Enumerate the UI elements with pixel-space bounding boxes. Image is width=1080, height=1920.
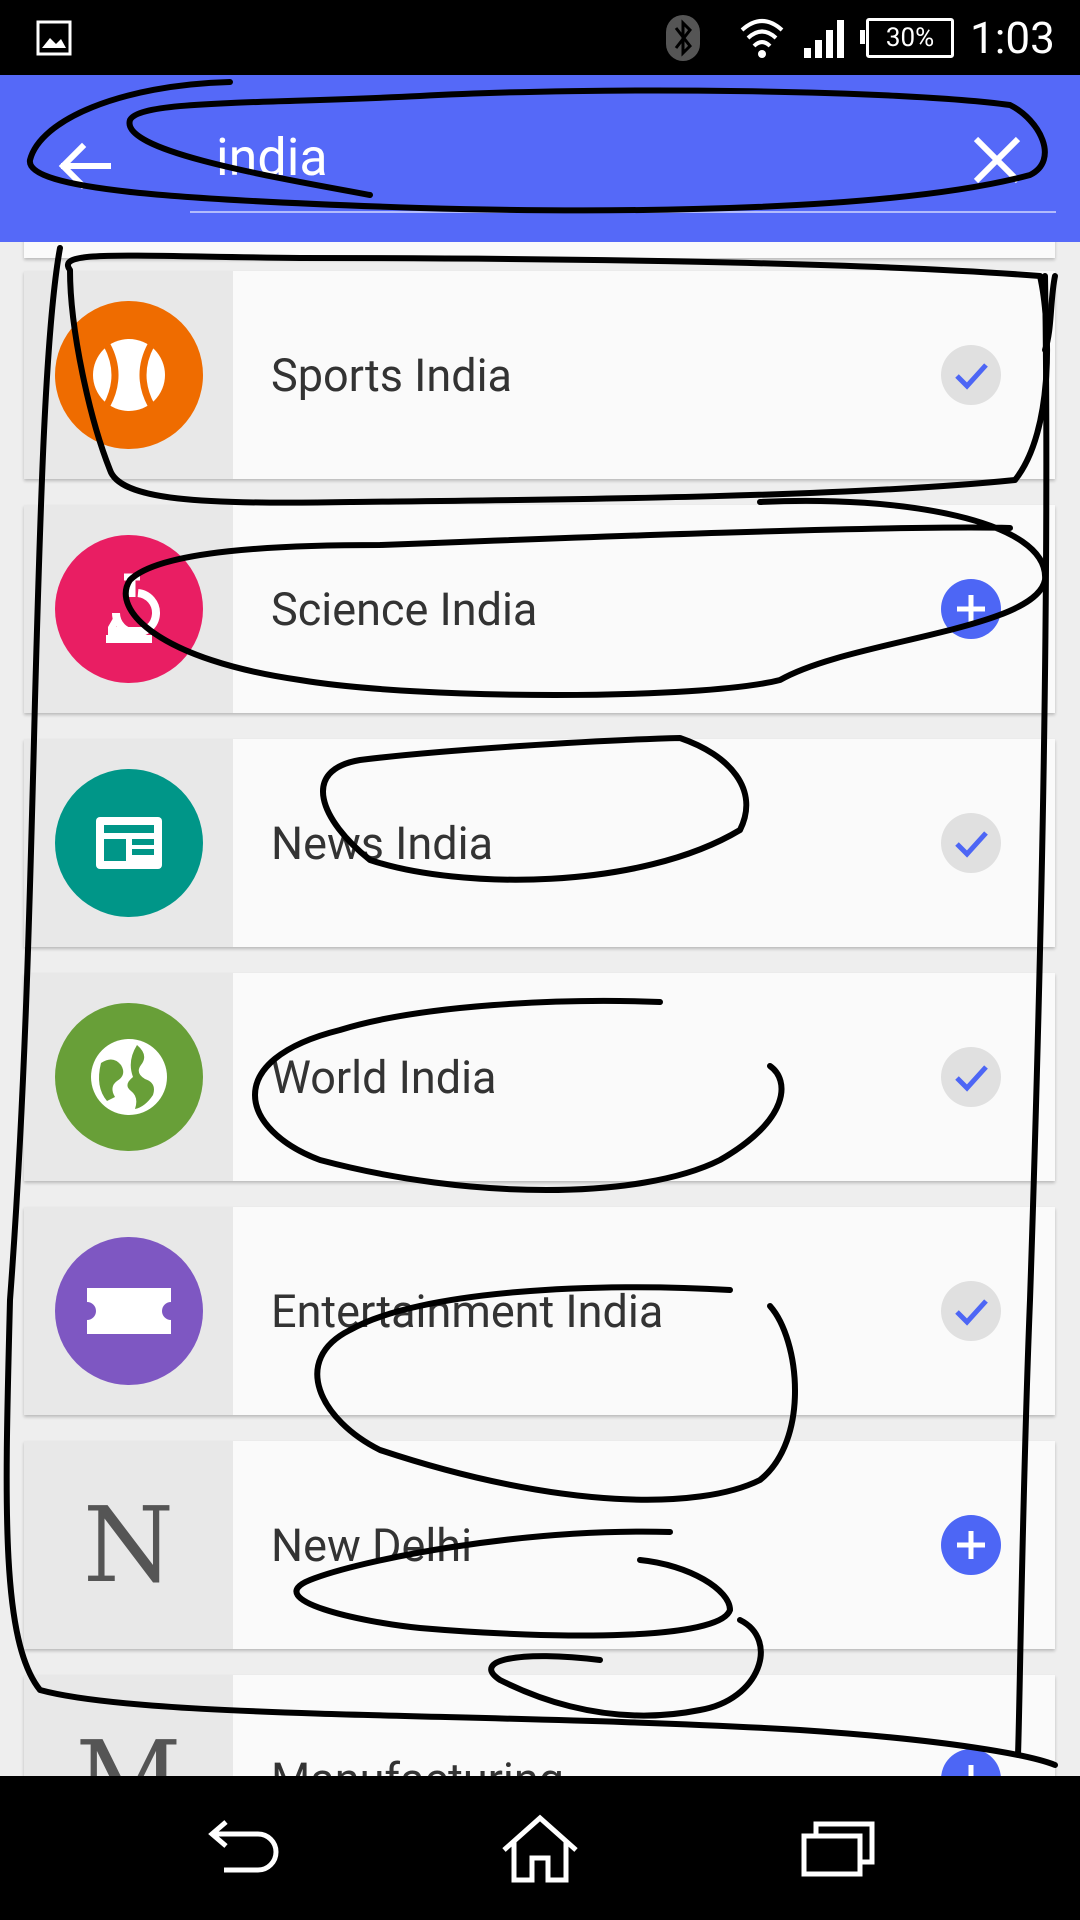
result-item-sports-india[interactable]: Sports India [24,271,1055,479]
item-title: Entertainment India [271,1284,664,1338]
back-button[interactable] [50,131,120,201]
item-title: New Delhi [271,1518,473,1572]
followed-check-button[interactable] [941,1281,1001,1341]
clock: 1:03 [970,11,1055,64]
nav-back-icon [208,1820,279,1873]
battery-level: 30% [860,17,954,58]
result-item-world-india[interactable]: World India [24,973,1055,1181]
ticket-icon [55,1237,203,1385]
add-button[interactable] [941,1515,1001,1575]
arrow-left-icon [58,142,111,190]
item-icon-area [24,973,233,1181]
close-icon [973,136,1021,184]
result-item-manufacturing[interactable]: M Manufacturing [24,1675,1055,1776]
check-icon [955,1299,988,1326]
add-button[interactable] [941,1749,1001,1776]
microscope-icon [55,535,203,683]
item-icon-area: M [24,1675,233,1776]
followed-check-button[interactable] [941,345,1001,405]
search-input[interactable]: india [216,127,328,189]
followed-check-button[interactable] [941,813,1001,873]
followed-check-button[interactable] [941,1047,1001,1107]
gallery-icon [36,0,72,75]
clear-search-button[interactable] [968,131,1026,189]
battery-indicator: 30% [860,0,954,75]
check-icon [955,1065,988,1092]
result-item-new-delhi[interactable]: N New Delhi [24,1441,1055,1649]
nav-home-button[interactable] [498,1812,582,1884]
bluetooth-icon [664,0,702,75]
item-title: Manufacturing [271,1675,564,1777]
check-icon [955,831,988,858]
plus-icon [957,1531,985,1559]
plus-icon [968,1765,974,1776]
result-item-science-india[interactable]: Science India [24,505,1055,713]
baseball-icon [55,301,203,449]
item-title: Science India [271,582,538,636]
search-results-list[interactable]: Sports India Science India News India Wo… [0,242,1080,1776]
result-item-news-india[interactable]: News India [24,739,1055,947]
signal-icon [802,0,850,75]
item-icon-area [24,505,233,713]
check-icon [955,363,988,390]
navigation-bar [0,1776,1080,1920]
nav-recent-apps-button[interactable] [796,1812,880,1884]
search-app-bar: india [0,75,1080,242]
newspaper-icon [55,769,203,917]
search-underline [190,211,1056,213]
nav-home-icon [502,1814,578,1883]
status-bar: 30% 1:03 [0,0,1080,75]
item-icon-area [24,739,233,947]
item-title: Sports India [271,348,512,402]
item-icon-area [24,1207,233,1415]
item-title: World India [271,1050,497,1104]
wifi-icon [738,0,786,75]
nav-back-button[interactable] [200,1812,284,1884]
item-title: News India [271,816,494,870]
nav-recent-apps-icon [801,1821,875,1877]
globe-icon [55,1003,203,1151]
plus-icon [957,595,985,623]
letter-avatar: N [83,1484,174,1606]
list-item[interactable] [24,242,1055,258]
item-icon-area: N [24,1441,233,1649]
letter-avatar: M [24,1675,233,1776]
item-icon-area [24,271,233,479]
add-button[interactable] [941,579,1001,639]
result-item-entertainment-india[interactable]: Entertainment India [24,1207,1055,1415]
